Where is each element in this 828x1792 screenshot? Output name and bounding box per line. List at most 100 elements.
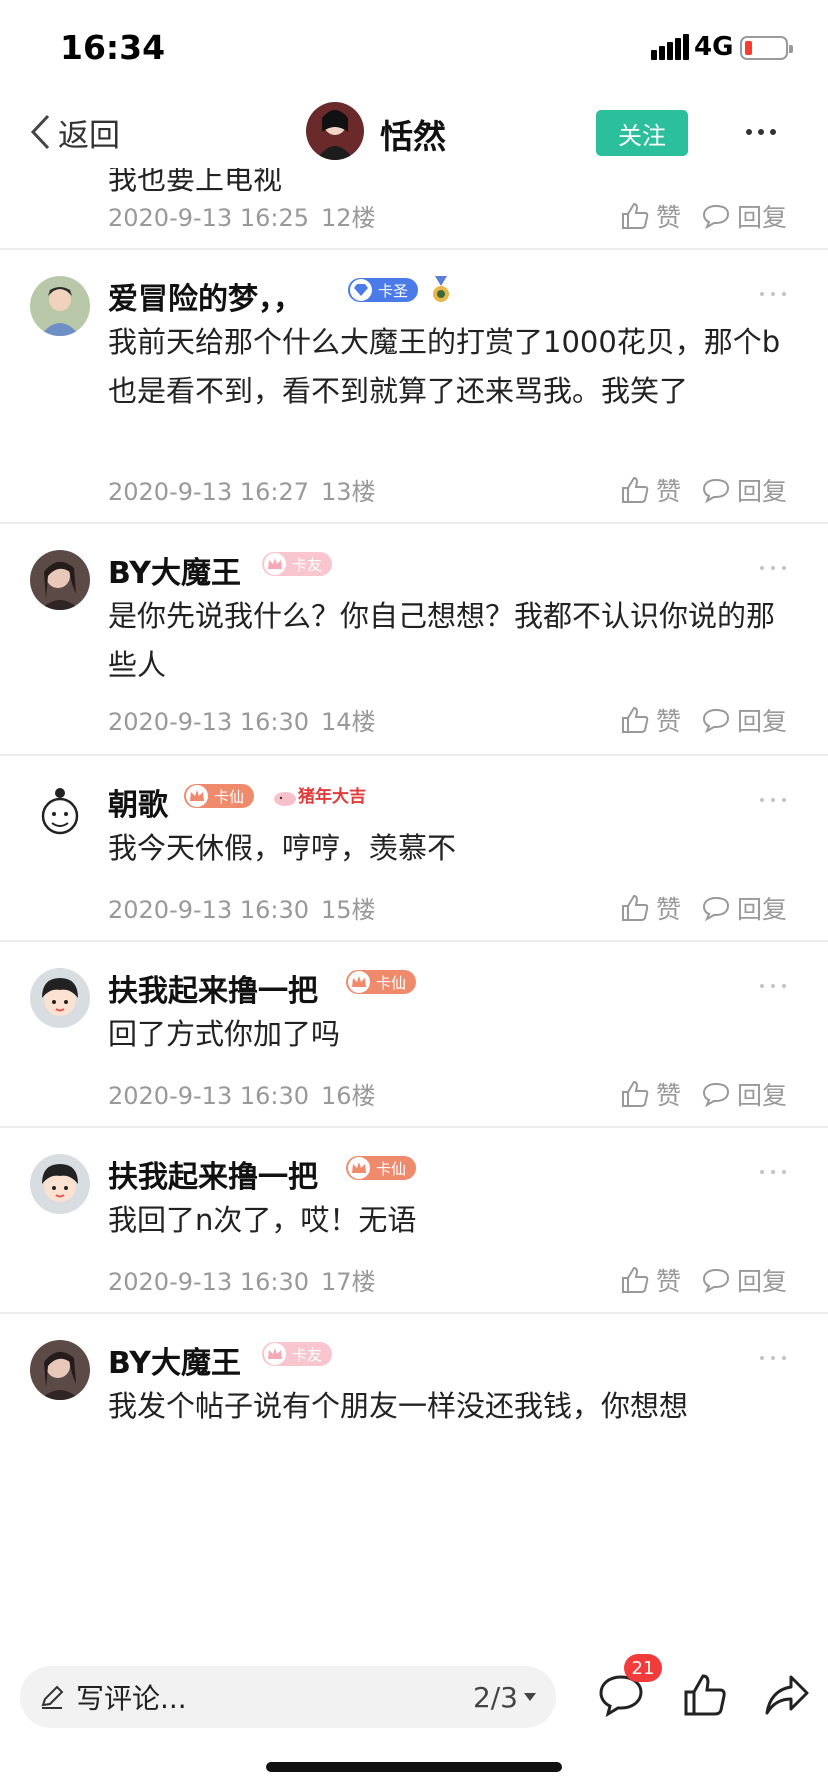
- like-button[interactable]: 赞: [620, 702, 681, 738]
- username[interactable]: 扶我起来撸一把: [108, 966, 318, 1010]
- level-badge: 卡友: [262, 552, 333, 576]
- comment-more-icon[interactable]: [760, 290, 786, 298]
- comment-actions: 赞 回复: [620, 1262, 787, 1298]
- floor-number: 17楼: [321, 1268, 376, 1296]
- comment-meta: 2020-9-13 16:30 17楼: [108, 1262, 376, 1297]
- write-comment-input[interactable]: 写评论... 2/3: [20, 1666, 556, 1728]
- divider: [0, 1312, 828, 1314]
- status-time: 16:34: [60, 28, 166, 67]
- floor-number: 13楼: [321, 478, 376, 506]
- comment-more-icon[interactable]: [760, 564, 786, 572]
- avatar[interactable]: [30, 782, 90, 842]
- comment-more-icon[interactable]: [760, 1168, 786, 1176]
- avatar[interactable]: [30, 1340, 90, 1400]
- network-type: 4G: [694, 32, 734, 62]
- comment-date: 2020-9-13 16:27: [108, 478, 309, 506]
- avatar[interactable]: [30, 276, 90, 336]
- thumb-up-icon: [622, 1080, 649, 1107]
- share-button[interactable]: [760, 1668, 814, 1722]
- comment-text: 我发个帖子说有个朋友一样没还我钱，你想想: [108, 1389, 689, 1423]
- share-icon: [765, 1675, 809, 1715]
- crown-icon: [264, 553, 286, 575]
- floor-number: 16楼: [321, 1082, 376, 1110]
- level-badge: 卡圣: [348, 278, 419, 302]
- like-button[interactable]: 赞: [620, 1076, 681, 1112]
- reply-icon: [703, 204, 730, 230]
- crown-icon: [348, 971, 370, 993]
- like-post-button[interactable]: [678, 1668, 732, 1722]
- follow-button[interactable]: 关注: [596, 110, 688, 156]
- username[interactable]: BY大魔王: [108, 548, 241, 592]
- comment-more-icon[interactable]: [760, 982, 786, 990]
- page-selector[interactable]: 2/3: [473, 1681, 536, 1714]
- comment-count-badge: 21: [624, 1654, 662, 1682]
- comment-meta: 2020-9-13 16:30 15楼: [108, 890, 376, 925]
- reply-button[interactable]: 回复: [701, 1076, 787, 1112]
- battery-icon: [740, 36, 793, 60]
- medal-icon: [432, 276, 450, 304]
- author-avatar[interactable]: [306, 102, 364, 160]
- username[interactable]: 爱冒险的梦，，: [108, 274, 303, 318]
- divider: [0, 940, 828, 942]
- comment-meta: 2020-9-13 16:25 12楼: [108, 198, 376, 233]
- back-button[interactable]: 返回: [28, 108, 120, 156]
- crown-icon: [186, 785, 208, 807]
- chevron-left-icon: [30, 114, 50, 150]
- like-button[interactable]: 赞: [620, 890, 681, 926]
- pig-icon: [274, 792, 296, 806]
- comment-feed[interactable]: 我也要上电视 2020-9-13 16:25 12楼 赞 回复 爱冒险的梦，， 卡…: [0, 168, 828, 1648]
- comment-placeholder: 写评论...: [76, 1682, 187, 1715]
- comment-date: 2020-9-13 16:30: [108, 708, 309, 736]
- avatar[interactable]: [30, 1154, 90, 1214]
- caret-down-icon: [524, 1693, 536, 1701]
- thumb-up-icon: [622, 706, 649, 733]
- reply-button[interactable]: 回复: [701, 1262, 787, 1298]
- comment-date: 2020-9-13 16:30: [108, 896, 309, 924]
- like-button[interactable]: 赞: [620, 198, 681, 234]
- signal-icon: [651, 34, 689, 60]
- avatar[interactable]: [30, 550, 90, 610]
- back-label: 返回: [58, 117, 120, 154]
- comment-date: 2020-9-13 16:30: [108, 1268, 309, 1296]
- status-bar: 16:34 4G: [0, 0, 828, 96]
- comment-text: 回了方式你加了吗: [108, 1017, 341, 1051]
- floor-number: 15楼: [321, 896, 376, 924]
- thumb-up-icon: [622, 894, 649, 921]
- home-indicator[interactable]: [266, 1762, 562, 1772]
- like-button[interactable]: 赞: [620, 472, 681, 508]
- comment-meta: 2020-9-13 16:27 13楼: [108, 472, 376, 507]
- level-badge: 卡仙: [346, 1156, 417, 1180]
- thumb-up-icon: [622, 1266, 649, 1293]
- username[interactable]: 朝歌: [108, 780, 168, 824]
- comment-actions: 赞 回复: [620, 472, 787, 508]
- thumb-up-icon: [622, 476, 649, 503]
- comment-date: 2020-9-13 16:30: [108, 1082, 309, 1110]
- like-button[interactable]: 赞: [620, 1262, 681, 1298]
- crown-icon: [348, 1157, 370, 1179]
- avatar[interactable]: [30, 968, 90, 1028]
- reply-icon: [703, 478, 730, 504]
- comment-actions: 赞 回复: [620, 198, 787, 234]
- username[interactable]: 扶我起来撸一把: [108, 1152, 318, 1196]
- author-name[interactable]: 恬然: [380, 110, 446, 158]
- comment-date: 2020-9-13 16:25: [108, 204, 309, 232]
- reply-button[interactable]: 回复: [701, 472, 787, 508]
- username[interactable]: BY大魔王: [108, 1338, 241, 1382]
- thumb-up-icon: [684, 1674, 726, 1716]
- comment-text: 我也要上电视: [108, 168, 283, 196]
- divider: [0, 248, 828, 250]
- reply-icon: [703, 1082, 730, 1108]
- festival-badge: 猪年大吉: [272, 782, 366, 807]
- floor-number: 12楼: [321, 204, 376, 232]
- reply-button[interactable]: 回复: [701, 890, 787, 926]
- comment-more-icon[interactable]: [760, 1354, 786, 1362]
- reply-button[interactable]: 回复: [701, 198, 787, 234]
- more-options-button[interactable]: [738, 110, 784, 154]
- reply-button[interactable]: 回复: [701, 702, 787, 738]
- comment-text: 我回了n次了，哎！无语: [108, 1203, 417, 1237]
- comment-actions: 赞 回复: [620, 1076, 787, 1112]
- comment-more-icon[interactable]: [760, 796, 786, 804]
- level-badge: 卡仙: [346, 970, 417, 994]
- divider: [0, 1126, 828, 1128]
- reply-icon: [703, 708, 730, 734]
